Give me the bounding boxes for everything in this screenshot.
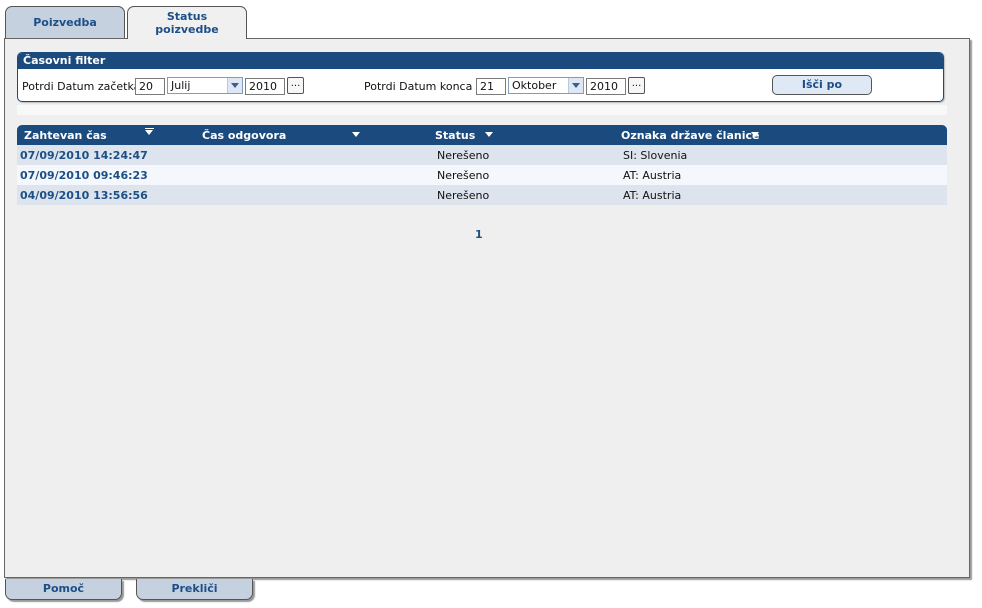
- divider: [17, 105, 947, 115]
- pagination-page-link[interactable]: 1: [475, 228, 483, 241]
- status-cell: Nerešeno: [437, 149, 490, 162]
- end-month-value: Oktober: [512, 79, 557, 92]
- column-header-response[interactable]: Čas odgovora: [202, 129, 286, 142]
- column-header-requested-label: Zahtevan čas: [24, 129, 107, 142]
- cancel-button[interactable]: Prekliči: [136, 579, 253, 600]
- sort-arrow-icon[interactable]: [352, 132, 360, 137]
- search-button[interactable]: Išči po: [772, 75, 872, 95]
- status-cell: Nerešeno: [437, 169, 490, 182]
- member-state-cell: AT: Austria: [623, 189, 682, 202]
- tab-status-label-line1: Status: [166, 10, 208, 23]
- end-date-label: Potrdi Datum konca: [364, 80, 473, 93]
- time-filter: Časovni filter Potrdi Datum začetka 20 J…: [17, 52, 944, 102]
- table-row[interactable]: 04/09/2010 13:56:56 Nerešeno AT: Austria: [17, 185, 947, 205]
- table-row[interactable]: 07/09/2010 09:46:23 Nerešeno AT: Austria: [17, 165, 947, 185]
- chevron-down-icon[interactable]: [227, 78, 242, 93]
- member-state-cell: SI: Slovenia: [623, 149, 688, 162]
- start-date-label: Potrdi Datum začetka: [22, 80, 141, 93]
- status-cell: Nerešeno: [437, 189, 490, 202]
- main-panel: Časovni filter Potrdi Datum začetka 20 J…: [4, 38, 970, 578]
- start-month-value: Julij: [171, 79, 191, 92]
- requested-time-link[interactable]: 07/09/2010 09:46:23: [20, 169, 148, 182]
- start-date-picker-button[interactable]: ...: [287, 77, 304, 94]
- end-year-input[interactable]: 2010: [586, 78, 626, 95]
- requested-time-link[interactable]: 07/09/2010 14:24:47: [20, 149, 148, 162]
- tab-status-label-line2: poizvedbe: [155, 23, 219, 36]
- results-table-header: Zahtevan čas Čas odgovora Status Oznaka …: [17, 125, 947, 145]
- end-month-select[interactable]: Oktober: [508, 77, 584, 94]
- column-header-status-label: Status: [435, 129, 476, 142]
- tab-poizvedba[interactable]: Poizvedba: [5, 6, 125, 39]
- help-button[interactable]: Pomoč: [5, 579, 122, 600]
- start-month-select[interactable]: Julij: [167, 77, 243, 94]
- column-header-member-state-label: Oznaka države članice: [621, 129, 760, 142]
- start-day-input[interactable]: 20: [135, 78, 165, 95]
- column-header-status[interactable]: Status: [435, 129, 475, 142]
- time-filter-title: Časovni filter: [18, 53, 943, 69]
- sort-arrow-icon[interactable]: [485, 132, 493, 137]
- table-row[interactable]: 07/09/2010 14:24:47 Nerešeno SI: Sloveni…: [17, 145, 947, 165]
- start-year-input[interactable]: 2010: [245, 78, 285, 95]
- requested-time-link[interactable]: 04/09/2010 13:56:56: [20, 189, 148, 202]
- end-date-picker-button[interactable]: ...: [628, 77, 645, 94]
- column-header-member-state[interactable]: Oznaka države članice: [621, 129, 759, 142]
- sort-arrow-icon[interactable]: [751, 132, 759, 137]
- chevron-down-icon[interactable]: [568, 78, 583, 93]
- column-header-requested[interactable]: Zahtevan čas: [24, 129, 107, 142]
- end-day-input[interactable]: 21: [476, 78, 506, 95]
- column-header-response-label: Čas odgovora: [202, 129, 287, 142]
- member-state-cell: AT: Austria: [623, 169, 682, 182]
- tab-status-poizvedbe[interactable]: Status poizvedbe: [127, 6, 247, 39]
- tab-poizvedba-label: Poizvedba: [33, 16, 97, 29]
- sort-desc-icon[interactable]: [145, 128, 154, 135]
